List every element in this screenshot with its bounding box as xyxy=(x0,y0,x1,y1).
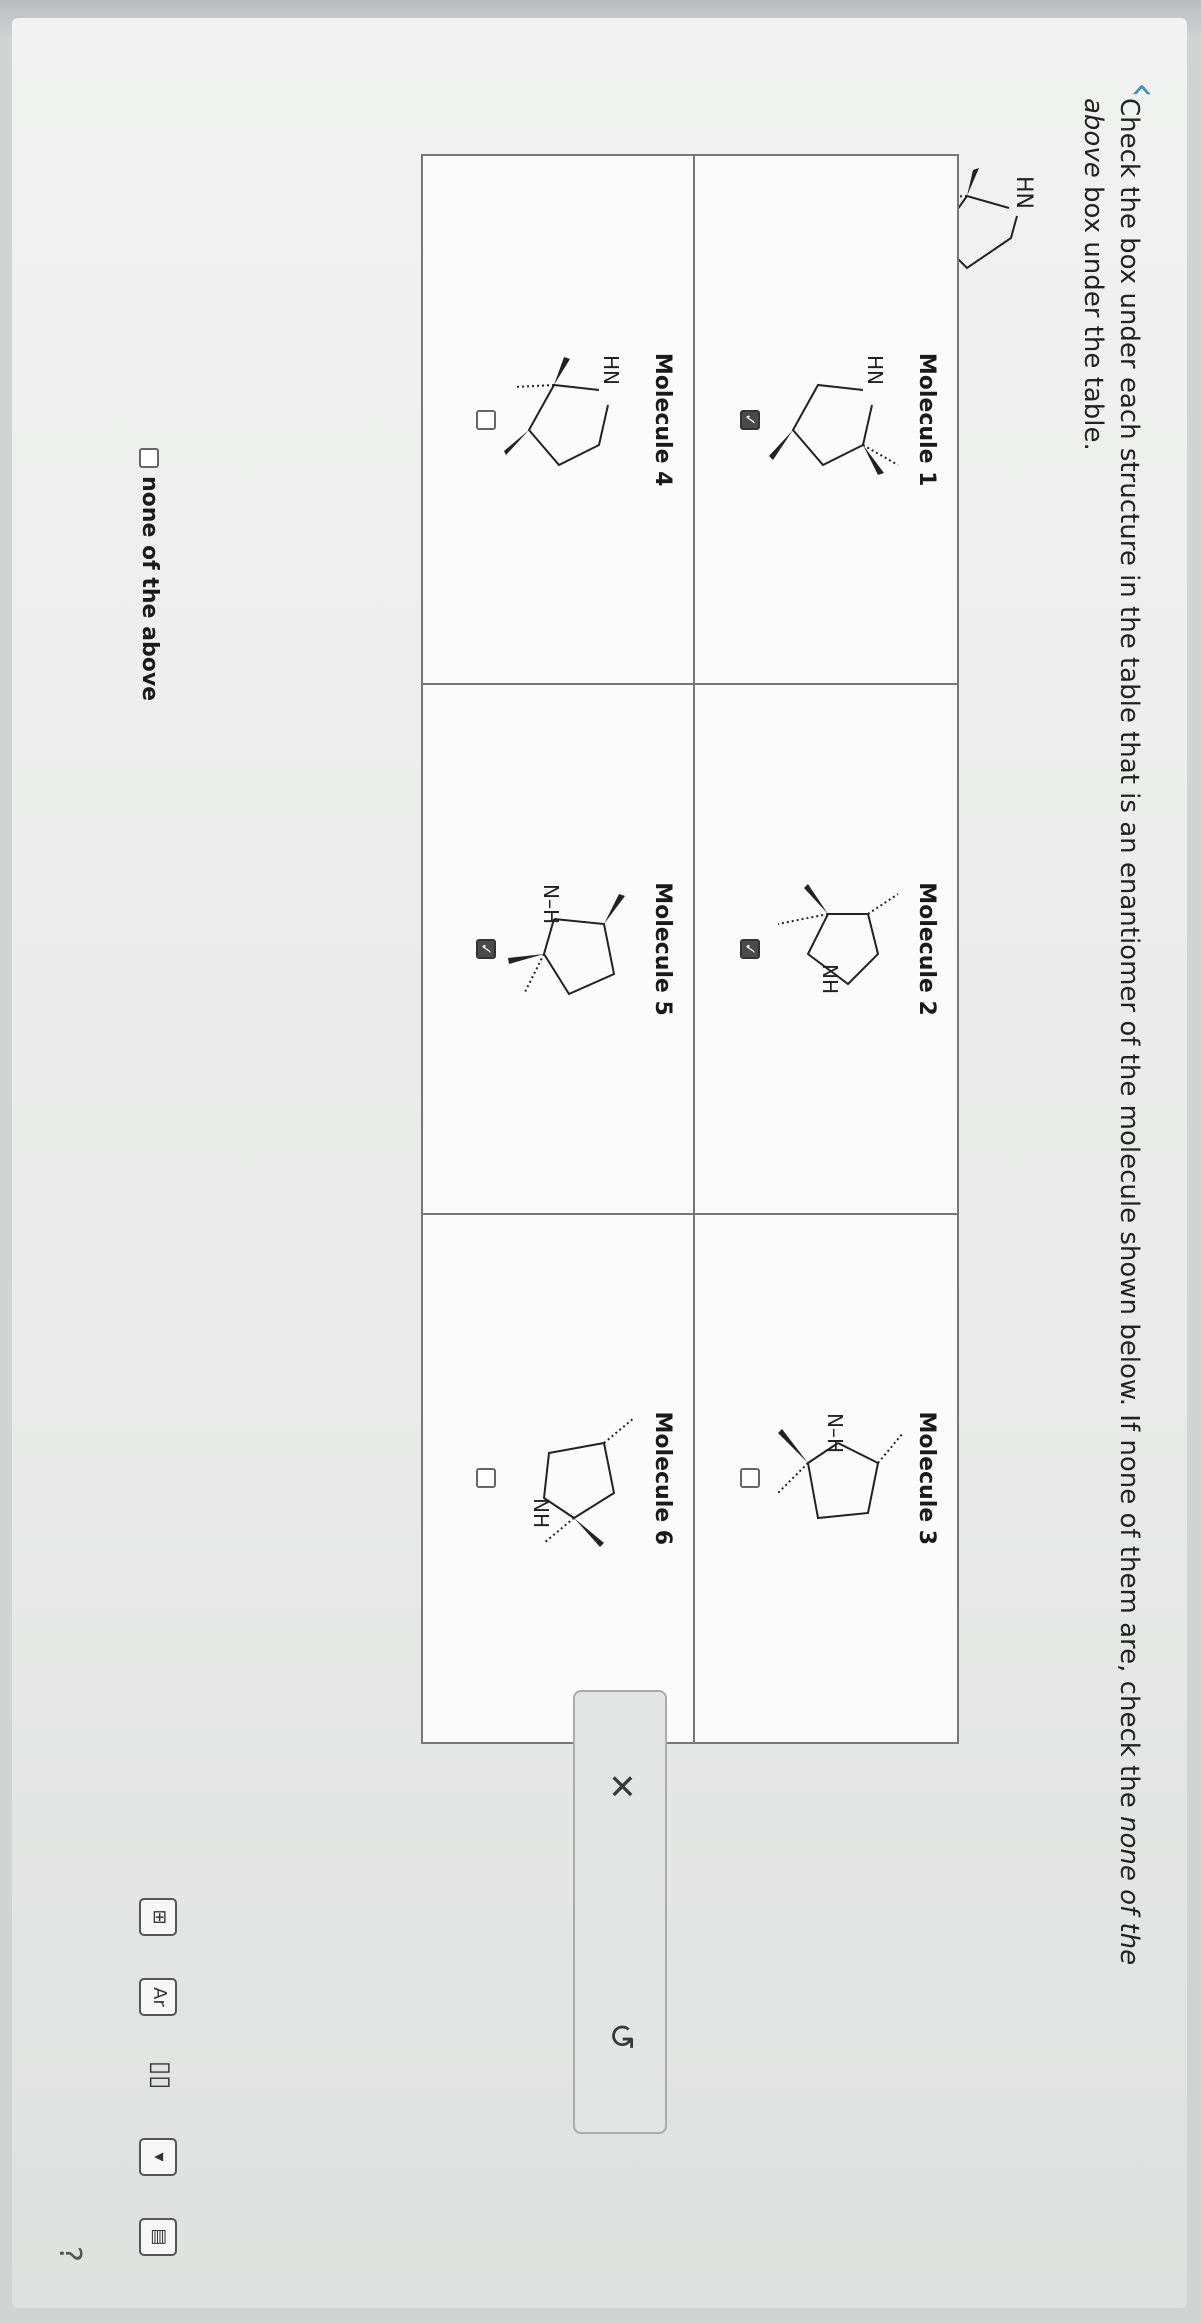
bar-chart-icon[interactable]: ▯▯ xyxy=(143,2058,177,2092)
dropdown-arrow-icon[interactable]: ▾ xyxy=(139,2138,177,2176)
question-prompt: Check the box under each structure in th… xyxy=(1075,98,1147,1998)
molecule-3-checkbox[interactable] xyxy=(740,1468,760,1489)
periodic-table-icon[interactable]: Ar xyxy=(139,1978,177,2016)
molecule-cell-3: Molecule 3 N–H xyxy=(694,1213,958,1743)
answer-action-panel: ✕ ↺ xyxy=(573,1690,667,2134)
molecule-title: Molecule 2 xyxy=(914,882,939,1016)
molecule-1-checkbox[interactable]: ✓ xyxy=(740,409,760,430)
molecule-4-nh-label: HN xyxy=(599,355,623,385)
molecule-table: Molecule 1 HN ✓ Molecule 2 NH ✓ Molecule… xyxy=(421,154,959,1744)
molecule-4-structure: HN xyxy=(504,355,623,466)
help-icon[interactable]: ? xyxy=(52,2246,87,2262)
molecule-6-structure: NH xyxy=(529,1417,635,1548)
molecule-1-structure: HN xyxy=(769,355,899,475)
molecule-cell-2: Molecule 2 NH ✓ xyxy=(694,684,958,1214)
molecule-5-nh-label: N–H xyxy=(539,884,563,924)
molecule-3-structure: N–H xyxy=(777,1413,904,1520)
molecule-6-checkbox[interactable] xyxy=(476,1468,496,1489)
molecule-2-structure: NH xyxy=(777,883,899,994)
molecule-1-nh-label: HN xyxy=(863,355,887,385)
molecule-4-checkbox[interactable] xyxy=(476,409,496,430)
molecule-title: Molecule 5 xyxy=(650,882,675,1016)
molecule-title: Molecule 6 xyxy=(650,1411,675,1546)
question-text-after: box under the table. xyxy=(1078,177,1108,451)
molecule-5-checkbox[interactable]: ✓ xyxy=(476,938,496,959)
undo-button[interactable]: ↺ xyxy=(601,2022,641,2051)
molecule-2-nh-label: NH xyxy=(818,964,842,994)
none-of-above-row[interactable]: none of the above xyxy=(137,448,162,701)
none-of-above-checkbox[interactable] xyxy=(139,448,159,468)
molecule-5-structure: N–H xyxy=(508,884,625,996)
molecule-2-checkbox[interactable]: ✓ xyxy=(740,938,760,959)
molecule-3-nh-label: N–H xyxy=(823,1413,847,1453)
molecule-cell-6: Molecule 6 NH xyxy=(422,1213,694,1743)
molecule-cell-1: Molecule 1 HN ✓ xyxy=(694,155,958,685)
calculator-icon[interactable]: ▤ xyxy=(139,2218,177,2256)
molecule-cell-5: Molecule 5 N–H ✓ xyxy=(422,684,694,1214)
molecule-title: Molecule 3 xyxy=(914,1411,939,1546)
reference-icon[interactable]: ⊞ xyxy=(139,1898,177,1936)
molecule-title: Molecule 4 xyxy=(650,352,675,487)
question-text-before: Check the box under each structure in th… xyxy=(1114,98,1144,1816)
clear-button[interactable]: ✕ xyxy=(601,1772,641,1801)
none-of-above-label: none of the above xyxy=(137,476,162,702)
molecule-title: Molecule 1 xyxy=(914,352,939,487)
question-page: ‹ Check the box under each structure in … xyxy=(12,18,1187,2308)
rotated-screen: ‹ Check the box under each structure in … xyxy=(0,0,1201,2323)
reference-nh-label: HN xyxy=(1011,176,1036,209)
molecule-cell-4: Molecule 4 HN xyxy=(422,155,694,685)
